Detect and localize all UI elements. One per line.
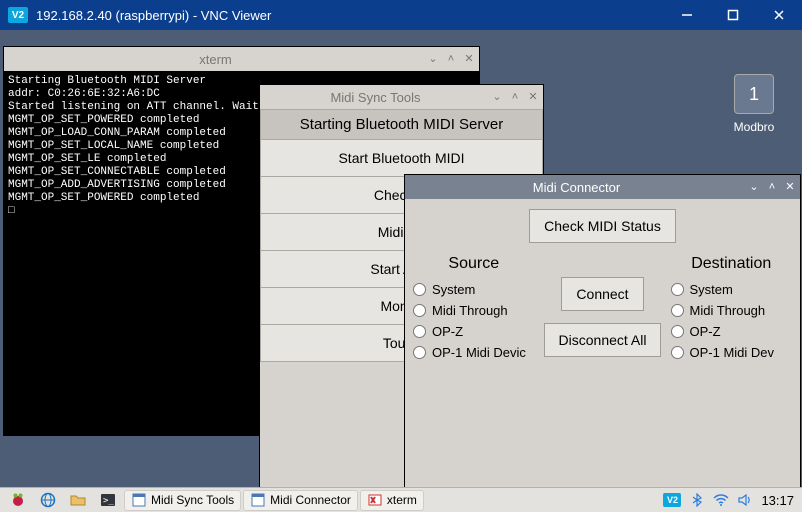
mc-source-option[interactable]: OP-Z	[413, 321, 535, 342]
volume-icon[interactable]	[737, 492, 753, 508]
remote-desktop: 1 Modbro xterm ⌄ ˄ ✕ Starting Bluetooth …	[0, 30, 802, 512]
xterm-close-button[interactable]: ✕	[463, 54, 475, 65]
svg-text:>_: >_	[103, 496, 114, 506]
mst-button-start-bt-midi[interactable]: Start Bluetooth MIDI	[260, 140, 543, 177]
mc-source-option[interactable]: Midi Through	[413, 300, 535, 321]
mc-title: Midi Connector	[405, 180, 748, 195]
mc-source-column: Source System Midi Through OP-Z OP-1 Mid…	[413, 255, 535, 363]
mst-titlebar[interactable]: Midi Sync Tools ⌄ ˄ ✕	[260, 85, 543, 109]
xterm-maximize-button[interactable]: ˄	[445, 54, 457, 65]
mc-close-button[interactable]: ✕	[784, 182, 796, 193]
globe-icon	[40, 492, 56, 508]
mc-shade-button[interactable]: ⌄	[748, 182, 760, 193]
taskbar-browser-button[interactable]	[34, 490, 62, 511]
mc-connect-button[interactable]: Connect	[561, 277, 643, 311]
mst-shade-button[interactable]: ⌄	[491, 92, 503, 103]
xterm-titlebar[interactable]: xterm ⌄ ˄ ✕	[4, 47, 479, 71]
vnc-minimize-button[interactable]	[664, 0, 710, 30]
terminal-icon: >_	[100, 492, 116, 508]
xterm-icon	[367, 492, 383, 508]
mst-title: Midi Sync Tools	[260, 90, 491, 105]
mc-destination-option[interactable]: OP-Z	[671, 321, 793, 342]
wifi-icon[interactable]	[713, 492, 729, 508]
taskbar-terminal-button[interactable]: >_	[94, 490, 122, 511]
mc-source-header: Source	[413, 255, 535, 273]
taskbar-app-midi-sync-tools[interactable]: Midi Sync Tools	[124, 490, 241, 511]
desktop-icon-modbro[interactable]: 1 Modbro	[722, 74, 786, 134]
mc-destination-header: Destination	[671, 255, 793, 273]
taskbar-app-label: Midi Sync Tools	[151, 493, 234, 507]
vnc-window-title: 192.168.2.40 (raspberrypi) - VNC Viewer	[36, 8, 664, 23]
mst-maximize-button[interactable]: ˄	[509, 92, 521, 103]
window-midi-connector[interactable]: Midi Connector ⌄ ˄ ✕ Check MIDI Status S…	[404, 174, 801, 490]
tray-clock[interactable]: 13:17	[761, 493, 794, 508]
mc-destination-option[interactable]: Midi Through	[671, 300, 793, 321]
mc-maximize-button[interactable]: ˄	[766, 182, 778, 193]
mc-check-status-button[interactable]: Check MIDI Status	[529, 209, 676, 243]
mst-status-text: Starting Bluetooth MIDI Server	[260, 109, 543, 140]
taskbar-app-xterm[interactable]: xterm	[360, 490, 424, 511]
bluetooth-icon[interactable]	[689, 492, 705, 508]
tray-vnc-icon[interactable]: V2	[663, 493, 681, 507]
taskbar-menu-button[interactable]	[4, 490, 32, 511]
xterm-title: xterm	[4, 52, 427, 67]
desktop-icon-label: Modbro	[722, 120, 786, 134]
window-icon	[131, 492, 147, 508]
vnc-maximize-button[interactable]	[710, 0, 756, 30]
mc-source-option[interactable]: System	[413, 279, 535, 300]
taskbar-app-label: xterm	[387, 493, 417, 507]
vnc-app-icon: V2	[8, 7, 28, 23]
mc-destination-option[interactable]: OP-1 Midi Dev	[671, 342, 793, 363]
mc-titlebar[interactable]: Midi Connector ⌄ ˄ ✕	[405, 175, 800, 199]
taskbar-app-label: Midi Connector	[270, 493, 351, 507]
mc-destination-column: Destination System Midi Through OP-Z OP-…	[671, 255, 793, 363]
folder-icon	[70, 492, 86, 508]
taskbar-app-midi-connector[interactable]: Midi Connector	[243, 490, 358, 511]
mst-close-button[interactable]: ✕	[527, 92, 539, 103]
xterm-shade-button[interactable]: ⌄	[427, 54, 439, 65]
vnc-titlebar: V2 192.168.2.40 (raspberrypi) - VNC View…	[0, 0, 802, 30]
raspberry-icon	[10, 492, 26, 508]
mc-source-option[interactable]: OP-1 Midi Devic	[413, 342, 535, 363]
vnc-close-button[interactable]	[756, 0, 802, 30]
taskbar: >_ Midi Sync Tools Midi Connector xte	[0, 487, 802, 512]
mc-disconnect-all-button[interactable]: Disconnect All	[544, 323, 662, 357]
system-tray: V2 13:17	[663, 492, 798, 508]
desktop-icon-glyph: 1	[734, 74, 774, 114]
mc-destination-option[interactable]: System	[671, 279, 793, 300]
window-icon	[250, 492, 266, 508]
taskbar-files-button[interactable]	[64, 490, 92, 511]
